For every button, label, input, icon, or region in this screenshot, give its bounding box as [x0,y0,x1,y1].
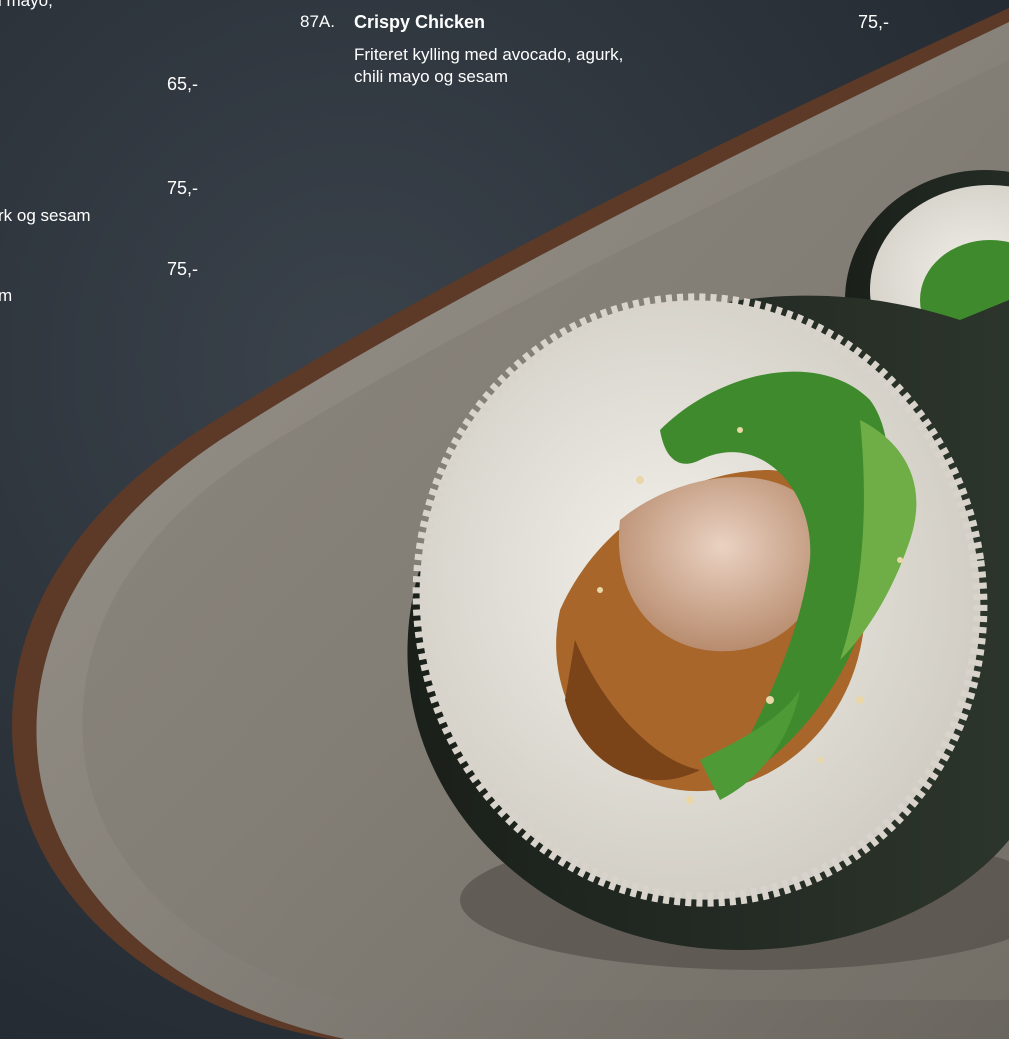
item-description-line-1: Friteret kylling med avocado, agurk, [354,45,624,64]
left-price-2: 75,- [167,178,199,198]
item-price: 75,- [858,12,890,32]
left-text-fragment-mid: rk og sesam [0,206,91,225]
food-photo-background [0,0,1009,1039]
left-text-fragment-top: i mayo, [0,0,53,10]
left-price-3: 75,- [167,259,199,279]
item-name: Crispy Chicken [354,12,486,32]
item-description-line-2: chili mayo og sesam [354,67,509,86]
left-text-fragment-bottom: m [0,286,13,305]
item-code: 87A. [300,12,335,31]
left-price-1: 65,- [167,74,199,94]
